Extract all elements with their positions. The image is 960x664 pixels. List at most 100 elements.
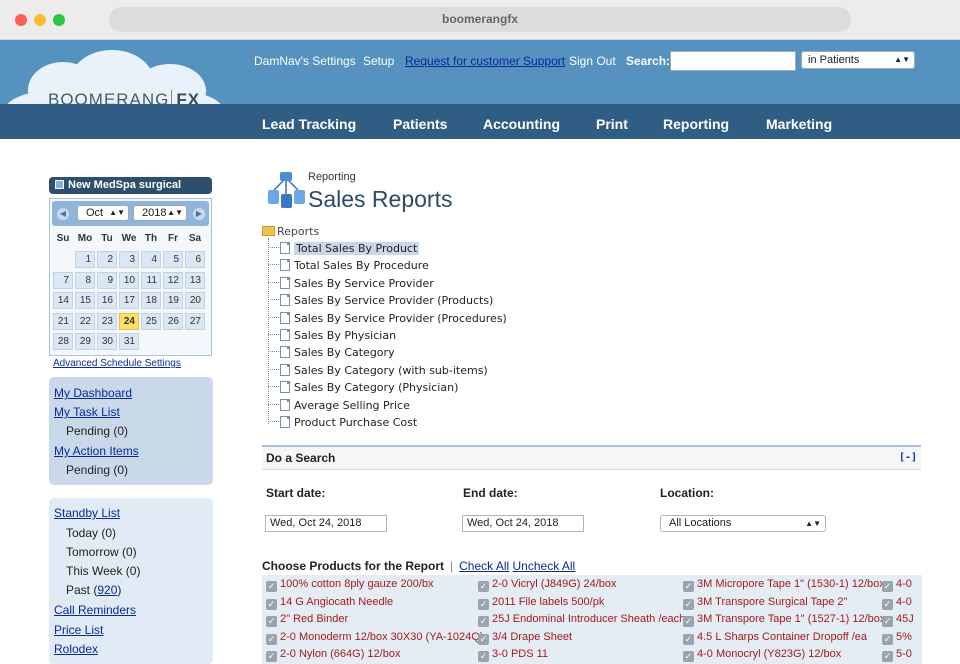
- price-list-link[interactable]: Price List: [54, 623, 103, 637]
- calendar-day[interactable]: 25: [141, 312, 161, 330]
- calendar-day[interactable]: 16: [97, 292, 117, 309]
- product-option[interactable]: ✓ 2011 File labels 500/pk: [478, 596, 604, 610]
- menu-reporting[interactable]: Reporting: [663, 116, 729, 132]
- year-select[interactable]: 2018 ▲▼: [133, 205, 187, 221]
- calendar-day[interactable]: 29: [75, 333, 95, 350]
- checkbox-checked-icon[interactable]: ✓: [266, 651, 277, 662]
- checkbox-checked-icon[interactable]: ✓: [478, 616, 489, 627]
- product-option[interactable]: ✓ 3M Micropore Tape 1" (1530-1) 12/box: [683, 578, 885, 592]
- checkbox-checked-icon[interactable]: ✓: [882, 633, 893, 645]
- calendar-day[interactable]: 31: [119, 333, 139, 350]
- product-option[interactable]: ✓ 4-0: [882, 596, 912, 610]
- checkbox-checked-icon[interactable]: ✓: [683, 598, 694, 610]
- support-link[interactable]: Request for customer Support: [405, 54, 565, 68]
- prev-month-icon[interactable]: ◀: [57, 208, 69, 220]
- uncheck-all-link[interactable]: Uncheck All: [513, 559, 576, 573]
- minimize-window-icon[interactable]: [34, 14, 46, 26]
- calendar-day[interactable]: 22: [75, 312, 95, 330]
- product-option[interactable]: ✓ 3/4 Drape Sheet: [478, 631, 572, 645]
- action-items-link[interactable]: My Action Items: [54, 444, 139, 458]
- report-tree-item[interactable]: Total Sales By Product: [268, 242, 420, 259]
- checkbox-checked-icon[interactable]: ✓: [882, 598, 893, 610]
- check-all-link[interactable]: Check All: [459, 559, 509, 573]
- checkbox-checked-icon[interactable]: ✓: [478, 651, 489, 662]
- next-month-icon[interactable]: ▶: [193, 208, 205, 220]
- settings-link[interactable]: DamNav's Settings: [254, 54, 356, 68]
- product-option[interactable]: ✓ 2-0 Nylon (664G) 12/box: [266, 648, 400, 662]
- collapse-toggle[interactable]: [-]: [899, 452, 917, 463]
- calendar-day-today[interactable]: 24: [119, 312, 139, 330]
- calendar-day[interactable]: 20: [185, 292, 205, 309]
- calendar-day[interactable]: 14: [53, 292, 73, 309]
- start-date-input[interactable]: Wed, Oct 24, 2018: [265, 515, 387, 532]
- standby-past-count-link[interactable]: 920: [97, 583, 117, 597]
- product-option[interactable]: ✓ 3M Transpore Surgical Tape 2": [683, 596, 847, 610]
- product-option[interactable]: ✓ 4-0: [882, 578, 912, 592]
- location-select[interactable]: All Locations ▲▼: [660, 515, 826, 532]
- product-option[interactable]: ✓ 4-0 Monocryl (Y823G) 12/box: [683, 648, 841, 662]
- search-scope-select[interactable]: in Patients ▲▼: [801, 51, 915, 69]
- end-date-input[interactable]: Wed, Oct 24, 2018: [462, 515, 584, 532]
- checkbox-checked-icon[interactable]: ✓: [683, 651, 694, 662]
- checkbox-checked-icon[interactable]: ✓: [478, 633, 489, 645]
- calendar-day[interactable]: 5: [163, 251, 183, 268]
- menu-print[interactable]: Print: [596, 116, 628, 132]
- checkbox-checked-icon[interactable]: ✓: [478, 581, 489, 592]
- advanced-schedule-link[interactable]: Advanced Schedule Settings: [53, 358, 181, 369]
- calendar-day[interactable]: 18: [141, 292, 161, 309]
- product-option[interactable]: ✓ 14 G Angiocath Needle: [266, 596, 393, 610]
- address-bar[interactable]: boomerangfx: [109, 7, 851, 32]
- reports-tree-root[interactable]: Reports: [262, 225, 319, 238]
- calendar-day[interactable]: 23: [97, 312, 117, 330]
- calendar-day[interactable]: 9: [97, 271, 117, 289]
- checkbox-checked-icon[interactable]: ✓: [683, 616, 694, 627]
- calendar-day[interactable]: 17: [119, 292, 139, 309]
- calendar-day[interactable]: 2: [97, 251, 117, 268]
- checkbox-checked-icon[interactable]: ✓: [882, 581, 893, 592]
- standby-list-link[interactable]: Standby List: [54, 506, 120, 520]
- calendar-day[interactable]: 12: [163, 271, 183, 289]
- checkbox-checked-icon[interactable]: ✓: [882, 651, 893, 662]
- setup-link[interactable]: Setup: [363, 54, 394, 68]
- report-tree-item[interactable]: Sales By Category: [268, 346, 395, 363]
- report-tree-item[interactable]: Sales By Physician: [268, 329, 396, 346]
- calendar-day[interactable]: 11: [141, 271, 161, 289]
- rolodex-link[interactable]: Rolodex: [54, 642, 98, 656]
- maximize-window-icon[interactable]: [53, 14, 65, 26]
- menu-accounting[interactable]: Accounting: [483, 116, 560, 132]
- product-option[interactable]: ✓ 2" Red Binder: [266, 613, 348, 627]
- calendar-day[interactable]: 10: [119, 271, 139, 289]
- month-select[interactable]: Oct ▲▼: [77, 205, 129, 221]
- calendar-day[interactable]: 27: [185, 312, 205, 330]
- checkbox-checked-icon[interactable]: ✓: [266, 581, 277, 592]
- calendar-day[interactable]: 4: [141, 251, 161, 268]
- product-option[interactable]: ✓ 3-0 PDS 11: [478, 648, 548, 662]
- product-option[interactable]: ✓ 4.5 L Sharps Container Dropoff /ea: [683, 631, 867, 645]
- product-option[interactable]: ✓ 100% cotton 8ply gauze 200/bx: [266, 578, 434, 592]
- report-tree-item[interactable]: Sales By Service Provider (Products): [268, 294, 493, 311]
- calendar-day[interactable]: 28: [53, 333, 73, 350]
- report-tree-item[interactable]: Sales By Category (Physician): [268, 381, 458, 398]
- report-tree-item[interactable]: Average Selling Price: [268, 398, 410, 416]
- menu-patients[interactable]: Patients: [393, 116, 447, 132]
- calendar-day[interactable]: 13: [185, 271, 205, 289]
- checkbox-checked-icon[interactable]: ✓: [266, 633, 277, 645]
- signout-link[interactable]: Sign Out: [569, 54, 616, 68]
- product-option[interactable]: ✓ 5-0: [882, 648, 912, 662]
- call-reminders-link[interactable]: Call Reminders: [54, 603, 136, 617]
- product-option[interactable]: ✓ 2-0 Monoderm 12/box 30X30 (YA-1024Q): [266, 631, 483, 645]
- report-tree-item[interactable]: Sales By Category (with sub-items): [268, 363, 488, 381]
- checkbox-checked-icon[interactable]: ✓: [266, 616, 277, 627]
- checkbox-checked-icon[interactable]: ✓: [882, 616, 893, 627]
- product-option[interactable]: ✓ 3M Transpore Tape 1" (1527-1) 12/box: [683, 613, 885, 627]
- checkbox-checked-icon[interactable]: ✓: [266, 598, 277, 610]
- product-option[interactable]: ✓ 45J: [882, 613, 914, 627]
- calendar-day[interactable]: 3: [119, 251, 139, 268]
- menu-lead-tracking[interactable]: Lead Tracking: [262, 116, 356, 132]
- calendar-day[interactable]: 6: [185, 251, 205, 268]
- calendar-day[interactable]: 15: [75, 292, 95, 309]
- product-option[interactable]: ✓ 25J Endominal Introducer Sheath /each: [478, 613, 685, 627]
- search-input[interactable]: [670, 51, 796, 71]
- calendar-day[interactable]: 8: [75, 271, 95, 289]
- dashboard-link[interactable]: My Dashboard: [54, 386, 132, 400]
